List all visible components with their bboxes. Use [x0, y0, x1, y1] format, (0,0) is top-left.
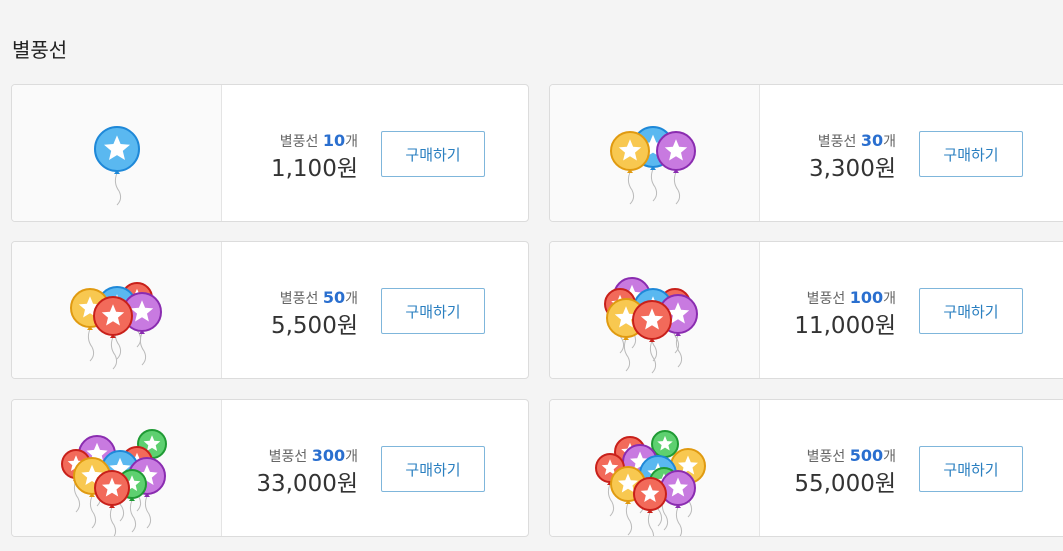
balloon-string [89, 495, 97, 529]
product-info: 별풍선 50개 5,500원 구매하기 [222, 242, 528, 378]
product-price: 5,500원 [270, 313, 358, 339]
product-unit: 개 [883, 449, 896, 465]
balloon-icon [604, 277, 698, 374]
balloon-string [627, 171, 635, 205]
product-unit: 개 [883, 291, 896, 307]
balloon-string [673, 171, 681, 205]
balloon-string [650, 168, 658, 202]
buy-button[interactable]: 구매하기 [381, 288, 485, 334]
product-count: 30 [860, 131, 884, 150]
buy-button[interactable]: 구매하기 [919, 131, 1023, 177]
product-card: 별풍선 50개 5,500원 구매하기 [11, 241, 529, 379]
product-count: 300 [311, 446, 346, 465]
buy-button[interactable]: 구매하기 [919, 288, 1023, 334]
product-thumbnail [12, 85, 222, 221]
product-quantity: 별풍선 100개 [807, 288, 896, 308]
product-thumbnail [12, 242, 222, 378]
product-count: 100 [849, 288, 884, 307]
product-name: 별풍선 [817, 134, 857, 150]
balloon-icon [595, 430, 706, 536]
product-quantity: 별풍선 300개 [269, 446, 358, 466]
product-quantity: 별풍선 50개 [280, 288, 358, 308]
balloon-string [675, 506, 683, 536]
product-info: 별풍선 100개 11,000원 구매하기 [760, 242, 1063, 378]
product-quantity: 별풍선 10개 [280, 131, 358, 151]
product-unit: 개 [345, 134, 358, 150]
product-name: 별풍선 [268, 449, 308, 465]
product-thumbnail [550, 400, 760, 536]
product-name: 별풍선 [806, 449, 846, 465]
balloon-icon [610, 126, 696, 205]
balloon-string [110, 336, 118, 370]
product-name: 별풍선 [279, 291, 319, 307]
buy-button[interactable]: 구매하기 [381, 131, 485, 177]
product-quantity: 별풍선 500개 [807, 446, 896, 466]
product-price: 33,000원 [256, 471, 358, 497]
product-price: 1,100원 [270, 156, 358, 182]
product-thumbnail [12, 400, 222, 536]
product-price: 55,000원 [794, 471, 896, 497]
product-name: 별풍선 [806, 291, 846, 307]
page-title: 별풍선 [12, 38, 68, 62]
product-count: 10 [322, 131, 346, 150]
buy-button[interactable]: 구매하기 [919, 446, 1023, 492]
product-name: 별풍선 [279, 134, 319, 150]
balloon-string [649, 340, 657, 374]
product-card: 별풍선 10개 1,100원 구매하기 [11, 84, 529, 222]
product-unit: 개 [345, 449, 358, 465]
product-info: 별풍선 10개 1,100원 구매하기 [222, 85, 528, 221]
product-quantity: 별풍선 30개 [818, 131, 896, 151]
balloon-string [144, 495, 152, 529]
balloon-icon [61, 429, 167, 536]
balloon-string [623, 338, 631, 372]
product-count: 50 [322, 288, 346, 307]
balloon-string [129, 499, 137, 533]
product-card: 별풍선 100개 11,000원 구매하기 [549, 241, 1063, 379]
product-thumbnail [550, 85, 760, 221]
balloon-string [114, 172, 122, 206]
balloon-string [109, 506, 117, 536]
product-thumbnail [550, 242, 760, 378]
product-info: 별풍선 300개 33,000원 구매하기 [222, 400, 528, 536]
balloon-icon [70, 282, 162, 370]
balloon-icon [94, 126, 140, 206]
product-card: 별풍선 300개 33,000원 구매하기 [11, 399, 529, 537]
product-info: 별풍선 500개 55,000원 구매하기 [760, 400, 1063, 536]
product-price: 11,000원 [794, 313, 896, 339]
product-unit: 개 [345, 291, 358, 307]
balloon-string [647, 511, 655, 536]
product-price: 3,300원 [808, 156, 896, 182]
balloon-string [625, 502, 633, 536]
balloon-string [87, 328, 95, 362]
product-card: 별풍선 30개 3,300원 구매하기 [549, 84, 1063, 222]
product-card: 별풍선 500개 55,000원 구매하기 [549, 399, 1063, 537]
product-info: 별풍선 30개 3,300원 구매하기 [760, 85, 1063, 221]
buy-button[interactable]: 구매하기 [381, 446, 485, 492]
balloon-string [139, 332, 147, 366]
product-count: 500 [849, 446, 884, 465]
product-unit: 개 [883, 134, 896, 150]
